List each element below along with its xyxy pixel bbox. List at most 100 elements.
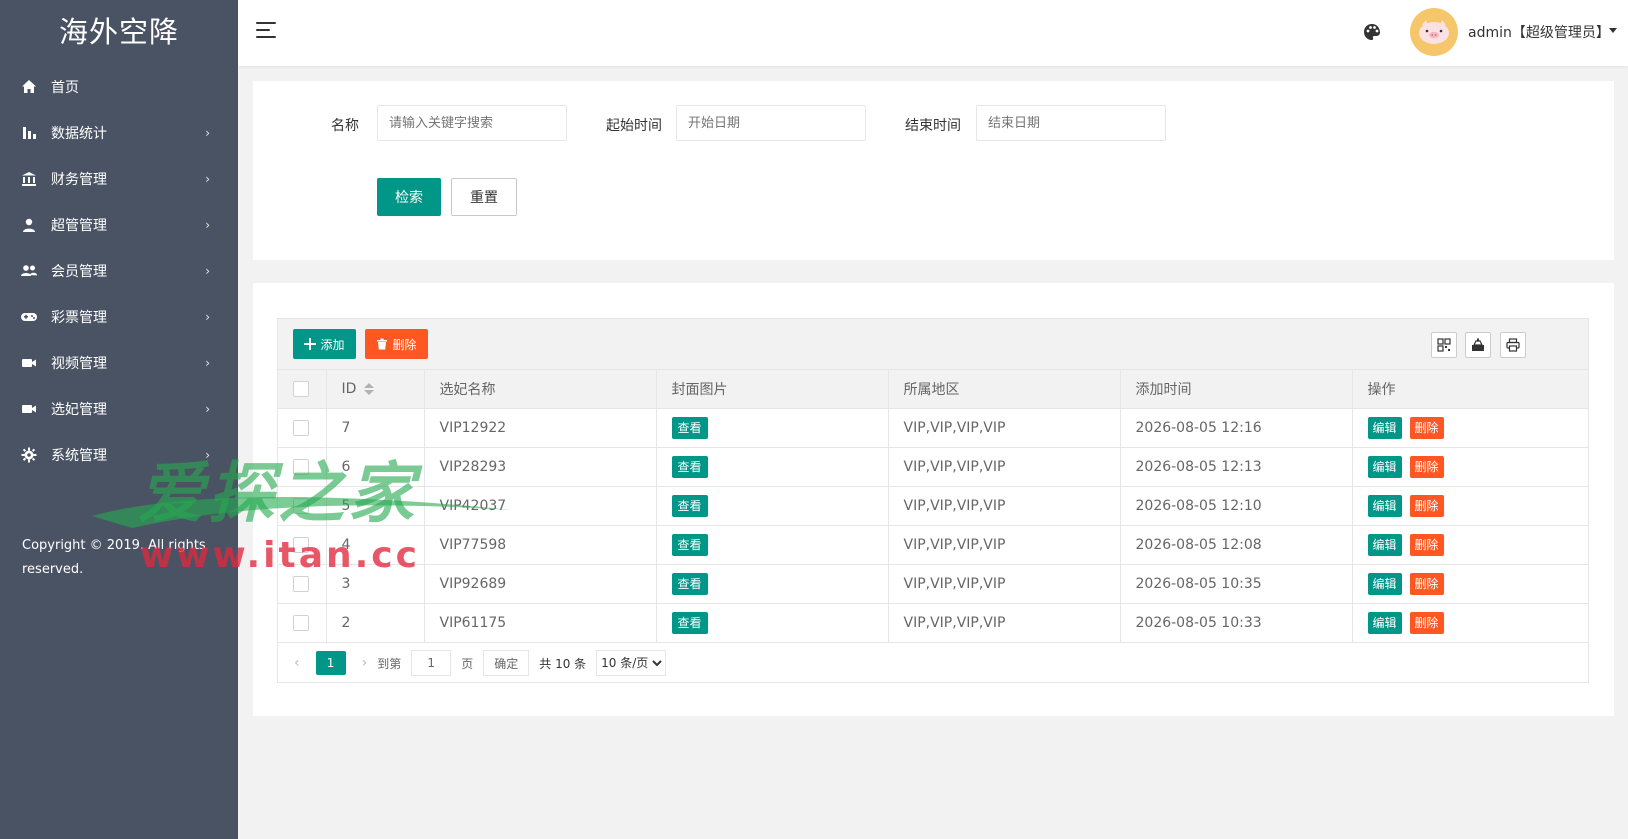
home-icon (20, 78, 38, 96)
print-icon[interactable] (1500, 332, 1526, 358)
search-button[interactable]: 检索 (377, 178, 441, 216)
sidebar-nav: 首页 数据统计 › 财务管理 › 超管管理 › 会员管理 › 彩票管理 › 视频… (0, 64, 238, 478)
chevron-right-icon: › (205, 126, 210, 140)
batch-delete-button[interactable]: 删除 (365, 329, 428, 359)
prev-page-icon[interactable]: ‹ (294, 655, 300, 671)
cell-time: 2026-08-05 10:35 (1120, 564, 1353, 604)
cell-name: VIP61175 (424, 603, 657, 643)
sidebar-item-label: 彩票管理 (51, 310, 107, 326)
video-icon (20, 400, 38, 418)
total-count: 共 10 条 (539, 656, 587, 671)
end-time-label: 结束时间 (905, 118, 961, 134)
chevron-right-icon: › (205, 172, 210, 186)
bank-icon (20, 170, 38, 188)
cell-region: VIP,VIP,VIP,VIP (888, 603, 1121, 643)
view-cover-button[interactable]: 查看 (671, 573, 708, 595)
table-row: 3 VIP92689 查看 VIP,VIP,VIP,VIP 2026-08-05… (278, 564, 1588, 604)
page-unit-label: 页 (461, 656, 474, 671)
avatar[interactable] (1410, 8, 1458, 56)
delete-button[interactable]: 删除 (1409, 417, 1444, 439)
view-cover-button[interactable]: 查看 (671, 417, 708, 439)
reset-button[interactable]: 重置 (451, 178, 517, 216)
sidebar-item-video[interactable]: 视频管理 › (0, 340, 238, 386)
delete-button[interactable]: 删除 (1409, 612, 1444, 634)
sidebar-item-finance[interactable]: 财务管理 › (0, 156, 238, 202)
bar-chart-icon (20, 124, 38, 142)
table-row: 6 VIP28293 查看 VIP,VIP,VIP,VIP 2026-08-05… (278, 447, 1588, 487)
sidebar-item-lottery[interactable]: 彩票管理 › (0, 294, 238, 340)
cell-name: VIP92689 (424, 564, 657, 604)
sidebar-item-label: 数据统计 (51, 126, 107, 142)
user-menu[interactable]: admin【超级管理员】 (1468, 22, 1610, 42)
edit-button[interactable]: 编辑 (1367, 495, 1402, 517)
row-checkbox[interactable] (293, 420, 309, 436)
menu-toggle-icon[interactable] (256, 22, 276, 38)
view-cover-button[interactable]: 查看 (671, 612, 708, 634)
caret-down-icon[interactable] (1609, 28, 1617, 33)
sidebar-item-label: 财务管理 (51, 172, 107, 188)
start-date-input[interactable] (676, 105, 866, 141)
sidebar-item-home[interactable]: 首页 (0, 64, 238, 110)
gamepad-icon (20, 308, 38, 326)
delete-button[interactable]: 删除 (1409, 573, 1444, 595)
select-all-checkbox[interactable] (293, 381, 309, 397)
chevron-right-icon: › (205, 218, 210, 232)
goto-confirm-button[interactable]: 确定 (483, 650, 530, 676)
column-header-id[interactable]: ID (326, 370, 425, 409)
sidebar: 海外空降 首页 数据统计 › 财务管理 › 超管管理 › 会员管理 › 彩票管理… (0, 0, 238, 839)
edit-button[interactable]: 编辑 (1367, 612, 1402, 634)
page-size-select[interactable]: 10 条/页 (596, 650, 667, 676)
column-header-time: 添加时间 (1120, 370, 1353, 409)
cell-region: VIP,VIP,VIP,VIP (888, 564, 1121, 604)
goto-label: 到第 (377, 656, 402, 671)
chevron-right-icon: › (205, 356, 210, 370)
column-header-actions: 操作 (1352, 370, 1588, 409)
chevron-right-icon: › (205, 402, 210, 416)
delete-button[interactable]: 删除 (1409, 534, 1444, 556)
chevron-right-icon: › (205, 264, 210, 278)
chevron-right-icon: › (205, 310, 210, 324)
cell-region: VIP,VIP,VIP,VIP (888, 525, 1121, 565)
cell-time: 2026-08-05 12:08 (1120, 525, 1353, 565)
sidebar-item-label: 超管管理 (51, 218, 107, 234)
plus-icon (304, 338, 317, 350)
next-page-icon[interactable]: › (362, 655, 368, 671)
palette-icon[interactable] (1362, 22, 1382, 42)
sidebar-item-label: 系统管理 (51, 448, 107, 464)
current-page[interactable]: 1 (315, 651, 346, 675)
sidebar-item-admin[interactable]: 超管管理 › (0, 202, 238, 248)
cell-time: 2026-08-05 10:33 (1120, 603, 1353, 643)
column-header-cover: 封面图片 (656, 370, 889, 409)
edit-button[interactable]: 编辑 (1367, 534, 1402, 556)
export-icon[interactable] (1465, 332, 1491, 358)
add-button[interactable]: 添加 (293, 329, 356, 359)
cell-id: 2 (326, 603, 425, 643)
sidebar-item-label: 首页 (51, 80, 79, 96)
cell-name: VIP12922 (424, 408, 657, 448)
cell-time: 2026-08-05 12:10 (1120, 486, 1353, 526)
cell-region: VIP,VIP,VIP,VIP (888, 408, 1121, 448)
column-header-name: 选妃名称 (424, 370, 657, 409)
row-checkbox[interactable] (293, 615, 309, 631)
row-checkbox[interactable] (293, 576, 309, 592)
edit-button[interactable]: 编辑 (1367, 456, 1402, 478)
goto-page-input[interactable] (411, 650, 452, 676)
sort-icon[interactable] (364, 382, 375, 396)
name-search-input[interactable] (377, 105, 567, 141)
view-cover-button[interactable]: 查看 (671, 456, 708, 478)
sidebar-item-concubine[interactable]: 选妃管理 › (0, 386, 238, 432)
delete-button[interactable]: 删除 (1409, 456, 1444, 478)
view-cover-button[interactable]: 查看 (671, 534, 708, 556)
pig-avatar-icon (1419, 20, 1449, 44)
sidebar-item-members[interactable]: 会员管理 › (0, 248, 238, 294)
delete-button[interactable]: 删除 (1409, 495, 1444, 517)
edit-button[interactable]: 编辑 (1367, 417, 1402, 439)
columns-filter-icon[interactable] (1431, 332, 1457, 358)
table-row: 2 VIP61175 查看 VIP,VIP,VIP,VIP 2026-08-05… (278, 603, 1588, 643)
view-cover-button[interactable]: 查看 (671, 495, 708, 517)
select-all-cell (278, 370, 327, 409)
sidebar-item-statistics[interactable]: 数据统计 › (0, 110, 238, 156)
end-date-input[interactable] (976, 105, 1166, 141)
edit-button[interactable]: 编辑 (1367, 573, 1402, 595)
start-time-label: 起始时间 (606, 118, 662, 134)
